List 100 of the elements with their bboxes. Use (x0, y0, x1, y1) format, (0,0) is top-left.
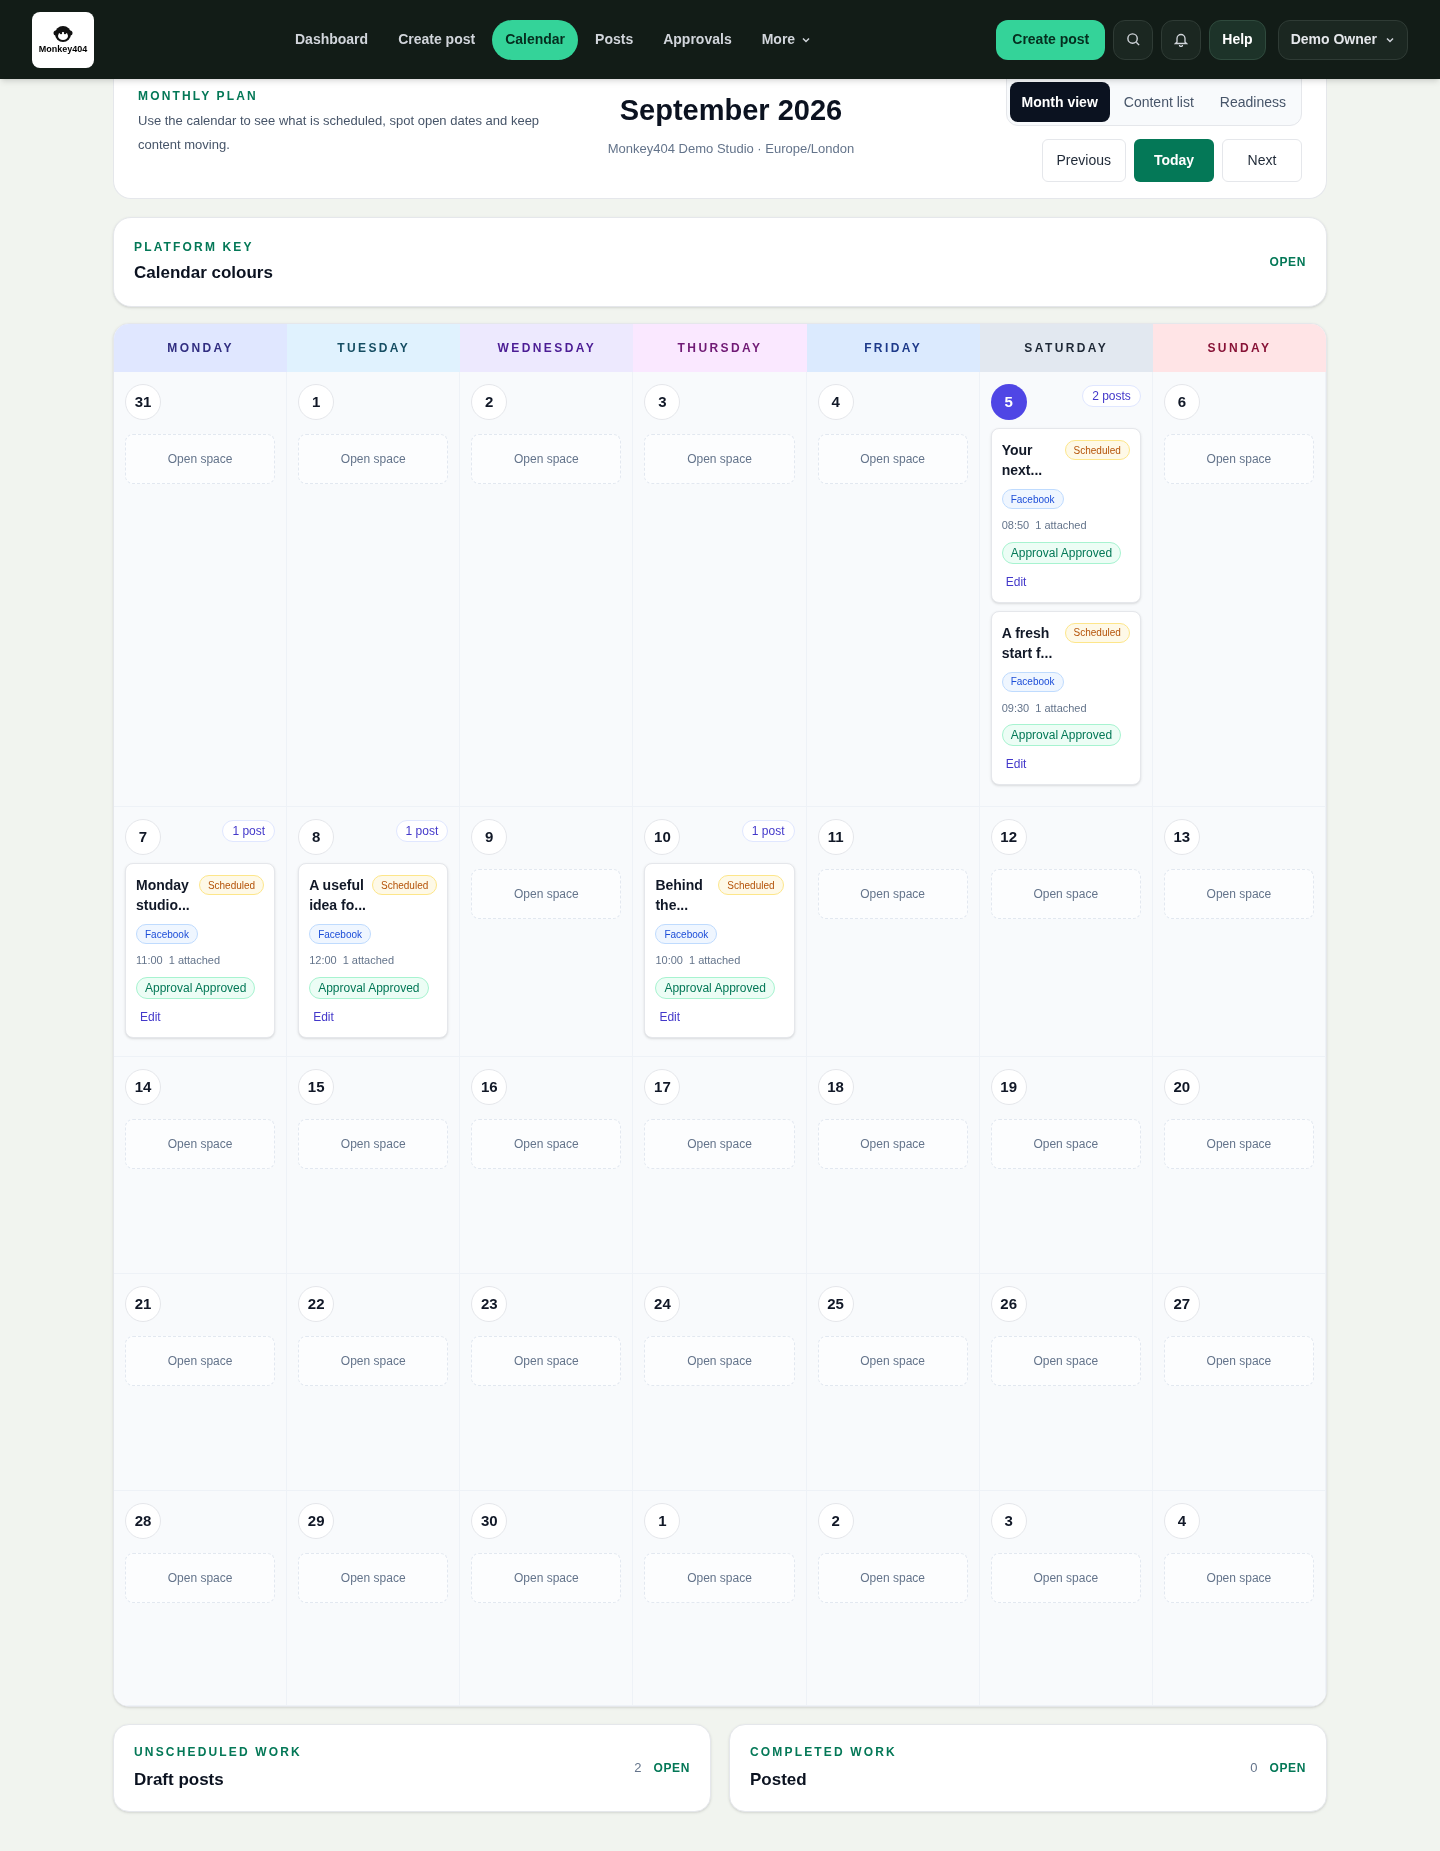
day-number: 3 (990, 1503, 1027, 1539)
day-number: 11 (817, 819, 854, 855)
open-space-slot: Open space (990, 1336, 1141, 1386)
day-number: 23 (471, 1286, 508, 1322)
user-menu[interactable]: Demo Owner (1277, 19, 1408, 60)
open-space-slot: Open space (644, 1119, 795, 1169)
status-badge: Scheduled (198, 875, 265, 895)
nav-button[interactable]: Previous (1041, 139, 1126, 182)
view-tab[interactable]: Content list (1111, 82, 1206, 122)
section-eyebrow: PLATFORM KEY (134, 239, 255, 257)
edit-link[interactable]: Edit (1005, 572, 1027, 591)
post-time: 12:00 (309, 953, 337, 968)
open-space-slot: Open space (298, 1119, 449, 1169)
post-title: A fresh start f... (1001, 623, 1054, 663)
post-card[interactable]: A useful idea fo... Scheduled Facebook 12:00 1 attached Approval Approved Edit (298, 863, 449, 1038)
edit-link[interactable]: Edit (1005, 755, 1027, 773)
help-button[interactable]: Help (1209, 19, 1266, 60)
open-space-slot: Open space (990, 869, 1141, 919)
search-icon (1125, 32, 1141, 47)
attachment-count: 1 attached (1035, 700, 1087, 716)
nav-tab[interactable]: Posts (582, 19, 647, 60)
open-space-slot: Open space (1163, 1553, 1314, 1603)
nav-tab[interactable]: More (748, 19, 825, 60)
open-space-slot: Open space (298, 1336, 449, 1386)
open-space-slot: Open space (817, 1336, 968, 1386)
day-number: 4 (1163, 1503, 1200, 1539)
open-space-slot: Open space (125, 1336, 276, 1386)
day-number: 24 (644, 1286, 681, 1322)
nav-button[interactable]: Today (1134, 139, 1214, 182)
section-eyebrow: COMPLETED WORK (750, 1744, 897, 1762)
summary-card[interactable]: UNSCHEDULED WORK Draft posts 2 OPEN (113, 1724, 711, 1812)
open-space-slot: Open space (298, 434, 449, 484)
day-number: 1 (298, 384, 335, 420)
post-card[interactable]: A fresh start f... Scheduled Facebook 09:30 1 attached Approval Approved Edit (990, 610, 1141, 785)
post-card[interactable]: Your next... Scheduled Facebook 08:50 1 attached Approval Approved Edit (990, 428, 1141, 603)
open-link[interactable]: OPEN (1269, 253, 1306, 271)
weekday-header: THURSDAY (633, 324, 807, 372)
day-number: 17 (644, 1069, 681, 1105)
open-space-slot: Open space (125, 1119, 276, 1169)
nav-tab[interactable]: Dashboard (282, 19, 382, 60)
status-badge: Scheduled (718, 875, 784, 895)
day-number: 26 (990, 1286, 1027, 1322)
open-space-slot: Open space (817, 1553, 968, 1603)
view-tab[interactable]: Month view (1009, 82, 1110, 122)
open-space-slot: Open space (817, 434, 968, 484)
nav-tab[interactable]: Calendar (492, 19, 579, 60)
edit-link[interactable]: Edit (313, 1007, 334, 1026)
logo-text: Monkey404 (38, 45, 88, 54)
description: Use the calendar to see what is scheduled, spot open dates and keep content moving. (138, 112, 541, 154)
section-title: Calendar colours (134, 262, 273, 285)
open-link[interactable]: OPEN (653, 1759, 690, 1777)
day-number: 18 (817, 1069, 854, 1105)
open-space-slot: Open space (471, 434, 622, 484)
approval-badge: Approval Approved (136, 976, 256, 999)
edit-link[interactable]: Edit (659, 1007, 681, 1026)
day-number: 4 (817, 384, 854, 420)
view-tab[interactable]: Readiness (1207, 82, 1298, 122)
status-badge: Scheduled (372, 875, 438, 895)
studio-subtitle: Monkey404 Demo Studio · Europe/London (607, 139, 855, 158)
day-number: 15 (298, 1069, 335, 1105)
nav-button[interactable]: Next (1222, 139, 1302, 182)
status-badge: Scheduled (1064, 622, 1130, 643)
day-number: 12 (990, 819, 1027, 855)
monkey-icon (53, 25, 73, 43)
day-number: 28 (125, 1503, 161, 1539)
open-space-slot: Open space (125, 434, 276, 484)
day-number: 29 (298, 1503, 335, 1539)
section-title: Posted (750, 1769, 808, 1792)
attachment-count: 1 attached (688, 953, 741, 968)
month-title: September 2026 (619, 93, 843, 128)
day-number: 2 (471, 384, 508, 420)
logo[interactable]: Monkey404 (32, 11, 94, 68)
edit-link[interactable]: Edit (140, 1007, 161, 1026)
post-count-badge: 1 post (222, 820, 276, 842)
day-number: 13 (1163, 819, 1200, 855)
search-button[interactable] (1113, 19, 1154, 60)
open-space-slot: Open space (298, 1553, 449, 1603)
post-card[interactable]: Monday studio... Scheduled Facebook 11:00 1 attached Approval Approved Edit (125, 863, 276, 1038)
nav-tab[interactable]: Create post (385, 19, 489, 60)
weekday-header: SATURDAY (979, 324, 1153, 372)
open-link[interactable]: OPEN (1269, 1759, 1306, 1777)
open-space-slot: Open space (817, 1119, 968, 1169)
day-number: 5 (990, 384, 1027, 420)
notifications-button[interactable] (1161, 19, 1202, 60)
post-title: A useful idea fo... (309, 876, 366, 915)
section-eyebrow: UNSCHEDULED WORK (134, 1744, 302, 1762)
day-number: 19 (990, 1069, 1027, 1105)
day-number: 27 (1163, 1286, 1200, 1322)
weekday-header: TUESDAY (287, 324, 461, 372)
summary-card[interactable]: COMPLETED WORK Posted 0 OPEN (729, 1724, 1327, 1812)
attachment-count: 1 attached (168, 953, 221, 968)
day-number: 20 (1163, 1069, 1200, 1105)
section-title: Draft posts (134, 1769, 225, 1792)
day-number: 9 (471, 819, 508, 855)
open-space-slot: Open space (471, 869, 622, 919)
nav-tab[interactable]: Approvals (650, 19, 745, 60)
post-card[interactable]: Behind the... Scheduled Facebook 10:00 1 attached Approval Approved Edit (644, 863, 795, 1038)
open-space-slot: Open space (1163, 434, 1314, 484)
open-space-slot: Open space (990, 1119, 1141, 1169)
create-post-button[interactable]: Create post (996, 19, 1106, 60)
